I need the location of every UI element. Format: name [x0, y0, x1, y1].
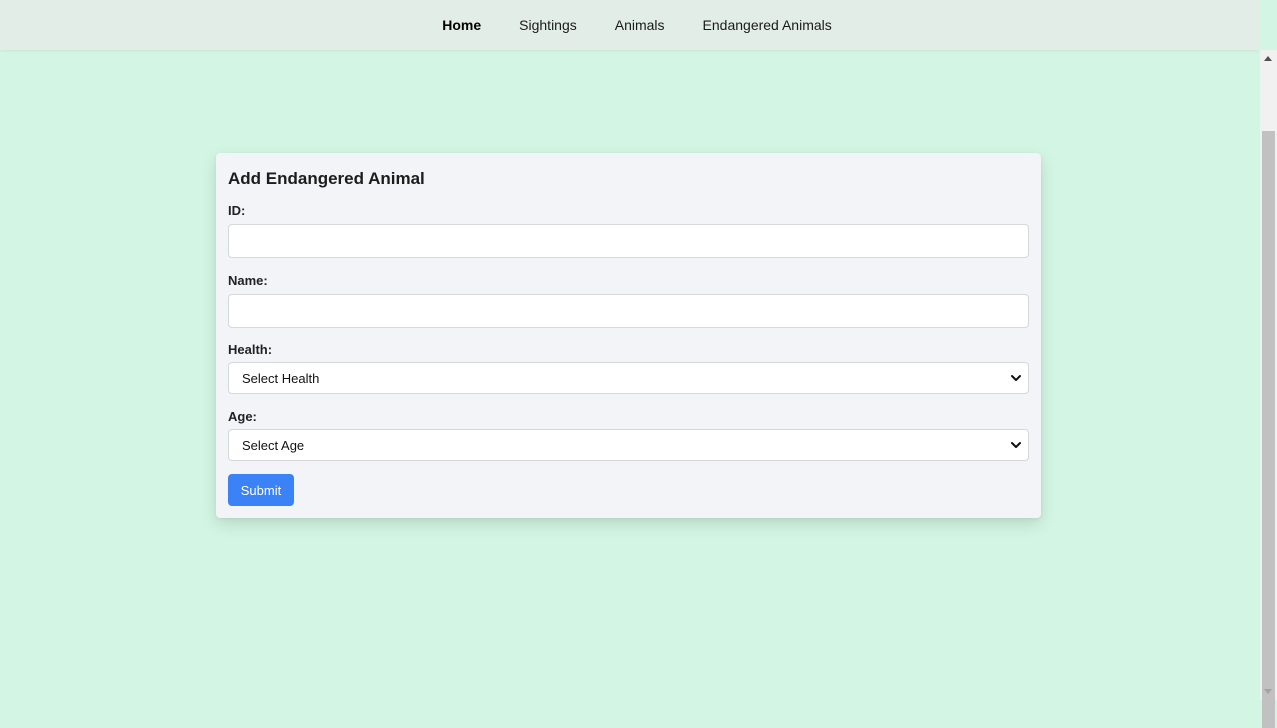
nav-link-animals[interactable]: Animals [596, 0, 684, 50]
scrollbar-thumb[interactable] [1262, 131, 1275, 728]
add-endangered-animal-form: Add Endangered Animal ID: Name: Health: … [216, 153, 1041, 518]
age-field-group: Age: Select Age [228, 409, 1029, 461]
nav-link-sightings[interactable]: Sightings [500, 0, 596, 50]
age-select[interactable]: Select Age [228, 429, 1029, 461]
arrow-down-icon[interactable] [1264, 689, 1272, 694]
nav-link-home[interactable]: Home [423, 0, 500, 50]
name-field-group: Name: [228, 273, 1029, 328]
name-input[interactable] [228, 294, 1029, 328]
vertical-scrollbar[interactable] [1260, 50, 1277, 728]
arrow-up-icon[interactable] [1264, 56, 1272, 61]
page-viewport: Home Sightings Animals Endangered Animal… [0, 0, 1260, 700]
name-label: Name: [228, 273, 268, 288]
health-label: Health: [228, 342, 273, 357]
health-select[interactable]: Select Health [228, 362, 1029, 394]
id-input[interactable] [228, 224, 1029, 258]
submit-button[interactable]: Submit [228, 474, 294, 506]
top-navbar: Home Sightings Animals Endangered Animal… [0, 0, 1260, 50]
form-title: Add Endangered Animal [228, 169, 425, 188]
id-field-group: ID: [228, 203, 1029, 258]
id-label: ID: [228, 203, 246, 218]
chevron-down-icon [1011, 375, 1021, 381]
health-select-value: Select Health [242, 370, 320, 386]
nav-links: Home Sightings Animals Endangered Animal… [423, 0, 851, 50]
health-field-group: Health: Select Health [228, 342, 1029, 394]
chevron-down-icon [1011, 442, 1021, 448]
age-label: Age: [228, 409, 257, 424]
nav-link-endangered-animals[interactable]: Endangered Animals [684, 0, 851, 50]
age-select-value: Select Age [242, 437, 305, 453]
